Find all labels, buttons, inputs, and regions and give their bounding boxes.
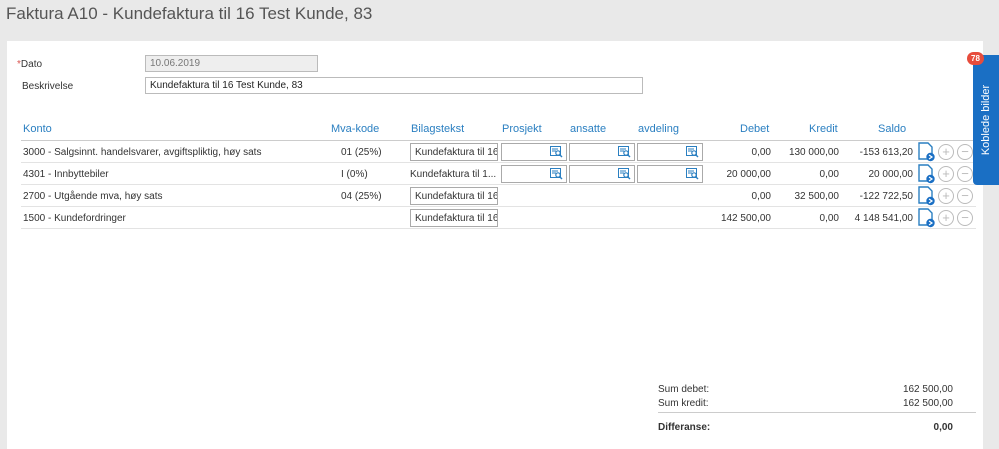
mva-cell: 04 (25%) bbox=[341, 191, 382, 202]
invoice-panel: *Dato 10.06.2019 Beskrivelse Kundefaktur… bbox=[7, 41, 983, 449]
bilagstekst-input[interactable]: Kundefaktura til 16 bbox=[410, 143, 498, 161]
search-list-icon[interactable] bbox=[550, 146, 563, 161]
search-list-icon[interactable] bbox=[550, 168, 563, 183]
konto-cell: 3000 - Salgsinnt. handelsvarer, avgiftsp… bbox=[23, 147, 262, 158]
search-list-icon[interactable] bbox=[618, 168, 631, 183]
debet-cell: 0,00 bbox=[751, 191, 771, 202]
linked-images-tab[interactable]: Koblede bilder bbox=[973, 55, 999, 185]
prosjekt-lookup[interactable] bbox=[501, 143, 567, 161]
plus-circle-icon[interactable]: + bbox=[938, 188, 954, 204]
search-list-icon[interactable] bbox=[618, 146, 631, 161]
minus-circle-icon[interactable]: − bbox=[957, 166, 973, 182]
col-mva[interactable]: Mva-kode bbox=[331, 123, 379, 135]
description-field[interactable]: Kundefaktura til 16 Test Kunde, 83 bbox=[145, 77, 643, 94]
diff-label: Differanse: bbox=[658, 422, 711, 433]
debet-cell: 20 000,00 bbox=[726, 169, 772, 180]
sum-debet-label: Sum debet: bbox=[658, 384, 710, 395]
bilagstekst-input[interactable]: Kundefaktura til 16 bbox=[410, 187, 498, 205]
kredit-cell: 32 500,00 bbox=[794, 191, 840, 202]
saldo-cell: -122 722,50 bbox=[859, 191, 913, 202]
date-label: *Dato bbox=[17, 59, 42, 70]
minus-circle-icon[interactable]: − bbox=[957, 144, 973, 160]
debet-cell: 0,00 bbox=[751, 147, 771, 158]
saldo-cell: 20 000,00 bbox=[868, 169, 914, 180]
bilagstekst-text[interactable]: Kundefaktura til 1... bbox=[410, 165, 498, 183]
date-label-text: Dato bbox=[20, 59, 43, 70]
sum-debet-value: 162 500,00 bbox=[902, 384, 953, 395]
table-row[interactable]: 2700 - Utgående mva, høy sats 04 (25%) K… bbox=[21, 185, 976, 207]
avdeling-lookup[interactable] bbox=[637, 143, 703, 161]
document-link-icon[interactable] bbox=[918, 142, 936, 162]
plus-circle-icon[interactable]: + bbox=[938, 166, 954, 182]
debet-cell: 142 500,00 bbox=[720, 213, 771, 224]
kredit-cell: 130 000,00 bbox=[788, 147, 839, 158]
page-title: Faktura A10 - Kundefaktura til 16 Test K… bbox=[6, 4, 373, 23]
minus-circle-icon[interactable]: − bbox=[957, 188, 973, 204]
avdeling-lookup[interactable] bbox=[637, 165, 703, 183]
image-count-badge: 78 bbox=[967, 52, 984, 65]
saldo-cell: -153 613,20 bbox=[859, 147, 913, 158]
col-saldo[interactable]: Saldo bbox=[878, 123, 906, 135]
konto-cell: 4301 - Innbyttebiler bbox=[23, 169, 109, 180]
col-konto[interactable]: Konto bbox=[23, 123, 52, 135]
table-row[interactable]: 1500 - Kundefordringer Kundefaktura til … bbox=[21, 207, 976, 229]
date-field[interactable]: 10.06.2019 bbox=[145, 55, 318, 72]
plus-circle-icon[interactable]: + bbox=[938, 144, 954, 160]
table-row[interactable]: 3000 - Salgsinnt. handelsvarer, avgiftsp… bbox=[21, 141, 976, 163]
bilagstekst-input[interactable]: Kundefaktura til 16 bbox=[410, 209, 498, 227]
sum-kredit-label: Sum kredit: bbox=[658, 398, 709, 409]
totals-divider bbox=[658, 412, 976, 413]
konto-cell: 2700 - Utgående mva, høy sats bbox=[23, 191, 163, 202]
col-prosjekt[interactable]: Prosjekt bbox=[502, 123, 542, 135]
table-row[interactable]: 4301 - Innbyttebiler I (0%) Kundefaktura… bbox=[21, 163, 976, 185]
col-bilag[interactable]: Bilagstekst bbox=[411, 123, 464, 135]
mva-cell: I (0%) bbox=[341, 169, 368, 180]
saldo-cell: 4 148 541,00 bbox=[854, 213, 913, 224]
prosjekt-lookup[interactable] bbox=[501, 165, 567, 183]
konto-cell: 1500 - Kundefordringer bbox=[23, 213, 126, 224]
col-kredit[interactable]: Kredit bbox=[809, 123, 838, 135]
kredit-cell: 0,00 bbox=[819, 213, 839, 224]
ansatte-lookup[interactable] bbox=[569, 143, 635, 161]
linked-images-tab-label: Koblede bilder bbox=[980, 84, 992, 156]
document-link-icon[interactable] bbox=[918, 164, 936, 184]
sum-kredit-value: 162 500,00 bbox=[902, 398, 953, 409]
document-link-icon[interactable] bbox=[918, 186, 936, 206]
col-avdeling[interactable]: avdeling bbox=[638, 123, 679, 135]
col-ansatte[interactable]: ansatte bbox=[570, 123, 606, 135]
mva-cell: 01 (25%) bbox=[341, 147, 382, 158]
search-list-icon[interactable] bbox=[686, 168, 699, 183]
description-label: Beskrivelse bbox=[22, 81, 74, 92]
minus-circle-icon[interactable]: − bbox=[957, 210, 973, 226]
document-link-icon[interactable] bbox=[918, 208, 936, 228]
kredit-cell: 0,00 bbox=[819, 169, 839, 180]
ansatte-lookup[interactable] bbox=[569, 165, 635, 183]
diff-value: 0,00 bbox=[933, 422, 953, 433]
plus-circle-icon[interactable]: + bbox=[938, 210, 954, 226]
col-debet[interactable]: Debet bbox=[740, 123, 769, 135]
search-list-icon[interactable] bbox=[686, 146, 699, 161]
